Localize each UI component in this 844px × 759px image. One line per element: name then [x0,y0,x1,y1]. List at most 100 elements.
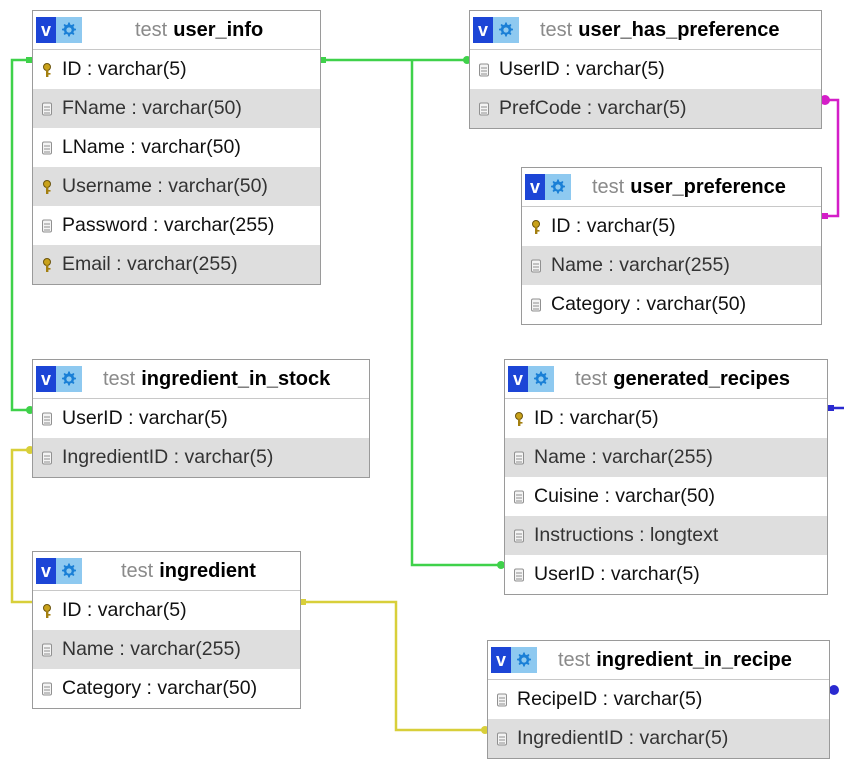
table-name: ingredient [159,559,256,582]
v-toggle-icon[interactable]: v [36,366,56,392]
field-row[interactable]: RecipeID : varchar(5) [488,680,829,719]
v-toggle-icon[interactable]: v [525,174,545,200]
table-ingredient-in-stock[interactable]: v test ingredient_in_stock UserID : varch… [32,359,370,478]
gear-icon[interactable] [545,174,571,200]
column-icon [514,568,524,581]
database-name: test [558,648,591,671]
field-row[interactable]: ID : varchar(5) [33,50,320,89]
gear-icon[interactable] [511,647,537,673]
field-row[interactable]: Category : varchar(50) [33,669,300,708]
column-icon [514,451,524,464]
database-name: test [103,367,136,390]
field-row[interactable]: Instructions : longtext [505,516,827,555]
field-row[interactable]: IngredientID : varchar(5) [33,438,369,477]
field-label: ID : varchar(5) [551,215,676,237]
field-label: Name : varchar(255) [62,638,241,660]
table-name: user_has_preference [578,18,780,41]
relation-line-user-recipes [410,60,504,567]
column-icon [42,219,52,232]
v-toggle-icon[interactable]: v [491,647,511,673]
v-toggle-icon[interactable]: v [36,17,56,43]
relation-endpoint [822,213,828,219]
field-row[interactable]: IngredientID : varchar(5) [488,719,829,758]
table-title: test ingredient [121,560,256,583]
column-icon [42,643,52,656]
field-label: Cuisine : varchar(50) [534,485,715,507]
table-user-preference[interactable]: v test user_preference ID : varchar(5) Na… [521,167,822,325]
field-row[interactable]: FName : varchar(50) [33,89,320,128]
column-icon [497,732,507,745]
table-title: test user_preference [592,176,786,199]
database-name: test [575,367,608,390]
column-icon [497,693,507,706]
column-icon [42,682,52,695]
field-row[interactable]: UserID : varchar(5) [470,50,821,89]
column-icon [531,298,541,311]
table-ingredient-in-recipe[interactable]: v test ingredient_in_recipe RecipeID : va… [487,640,830,759]
table-title: test user_has_preference [540,19,779,42]
key-icon [43,603,51,618]
table-user-has-preference[interactable]: v test user_has_preference UserID : varch… [469,10,822,129]
gear-icon[interactable] [528,366,554,392]
field-label: Name : varchar(255) [534,446,713,468]
field-label: Username : varchar(50) [62,175,268,197]
field-row[interactable]: Cuisine : varchar(50) [505,477,827,516]
field-row[interactable]: ID : varchar(5) [505,399,827,438]
table-name: ingredient_in_recipe [596,648,792,671]
table-name: user_info [173,18,264,41]
gear-icon[interactable] [56,366,82,392]
v-toggle-icon[interactable]: v [508,366,528,392]
field-row[interactable]: ID : varchar(5) [33,591,300,630]
gear-icon[interactable] [493,17,519,43]
field-label: Category : varchar(50) [551,293,747,315]
field-row[interactable]: Name : varchar(255) [505,438,827,477]
column-icon [42,412,52,425]
field-row[interactable]: LName : varchar(50) [33,128,320,167]
field-label: Category : varchar(50) [62,677,258,699]
field-label: UserID : varchar(5) [62,407,228,429]
column-icon [479,102,489,115]
table-title: test ingredient_in_stock [103,368,330,391]
key-icon [43,62,51,77]
table-header[interactable]: v test ingredient_in_stock [33,360,369,399]
column-icon [514,490,524,503]
key-icon [532,219,540,234]
field-row[interactable]: UserID : varchar(5) [33,399,369,438]
table-header[interactable]: v test ingredient_in_recipe [488,641,829,680]
field-row[interactable]: UserID : varchar(5) [505,555,827,594]
field-label: IngredientID : varchar(5) [62,446,274,468]
database-name: test [592,175,625,198]
table-name: ingredient_in_stock [141,367,331,390]
table-title: test generated_recipes [575,368,790,391]
table-generated-recipes[interactable]: v test generated_recipes ID : varchar(5) … [504,359,828,595]
field-row[interactable]: PrefCode : varchar(5) [470,89,821,128]
field-label: UserID : varchar(5) [499,58,665,80]
table-name: generated_recipes [613,367,791,390]
table-header[interactable]: v test user_preference [522,168,821,207]
field-label: Name : varchar(255) [551,254,730,276]
column-icon [531,259,541,272]
table-user-info[interactable]: v test user_info ID : varchar(5) FName : … [32,10,321,285]
field-row[interactable]: ID : varchar(5) [522,207,821,246]
table-header[interactable]: v test ingredient [33,552,300,591]
table-ingredient[interactable]: v test ingredient ID : varchar(5) Name : … [32,551,301,709]
field-row[interactable]: Category : varchar(50) [522,285,821,324]
field-row[interactable]: Name : varchar(255) [33,630,300,669]
gear-icon[interactable] [56,17,82,43]
field-row[interactable]: Username : varchar(50) [33,167,320,206]
gear-icon[interactable] [56,558,82,584]
field-row[interactable]: Email : varchar(255) [33,245,320,284]
field-label: PrefCode : varchar(5) [499,97,687,119]
table-header[interactable]: v test user_info [33,11,320,50]
table-name: user_preference [630,175,786,198]
table-header[interactable]: v test generated_recipes [505,360,827,399]
column-icon [42,102,52,115]
relation-endpoint [829,685,839,695]
table-header[interactable]: v test user_has_preference [470,11,821,50]
field-row[interactable]: Name : varchar(255) [522,246,821,285]
column-icon [42,141,52,154]
v-toggle-icon[interactable]: v [36,558,56,584]
field-row[interactable]: Password : varchar(255) [33,206,320,245]
field-label: IngredientID : varchar(5) [517,727,729,749]
v-toggle-icon[interactable]: v [473,17,493,43]
